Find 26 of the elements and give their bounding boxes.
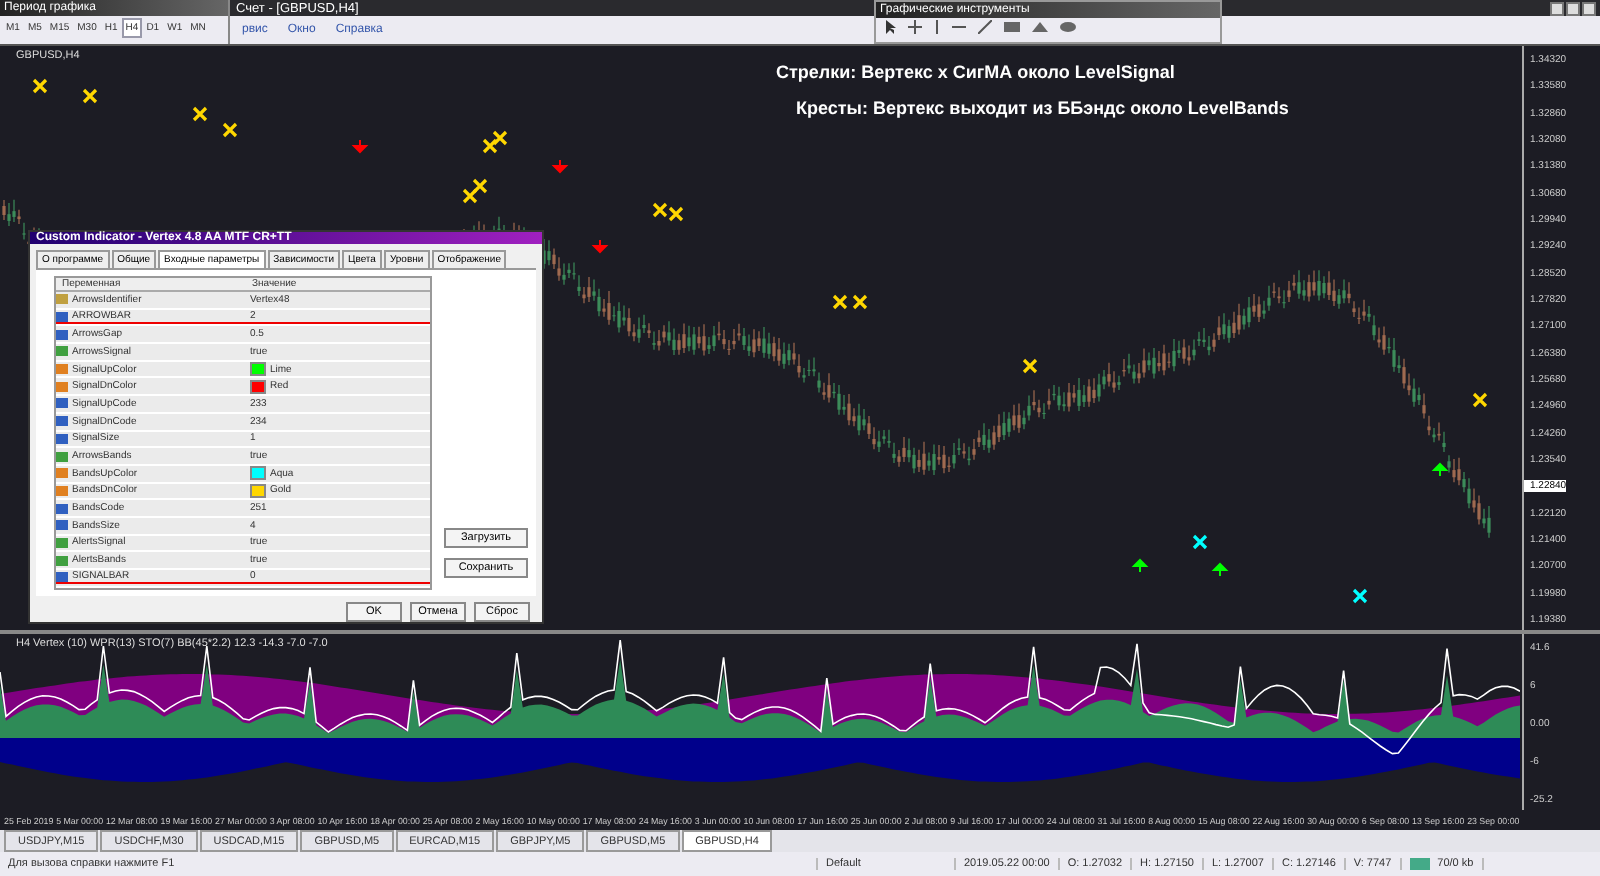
ellipse-icon[interactable] xyxy=(1060,22,1076,32)
cross-marker-icon xyxy=(852,294,868,310)
arrow-marker-icon xyxy=(553,159,569,173)
arrow-marker-icon xyxy=(1433,463,1449,477)
crosshair-icon[interactable] xyxy=(908,20,922,34)
cross-marker-icon xyxy=(1192,534,1208,550)
horizontal-line-icon[interactable] xyxy=(952,24,966,30)
chart-annotation: Стрелки: Вертекс х СигМА около LevelSignal xyxy=(776,62,1175,82)
triangle-icon[interactable] xyxy=(1032,22,1048,32)
arrow-marker-icon xyxy=(593,239,609,253)
cross-marker-icon xyxy=(1022,358,1038,374)
chart-annotation: Кресты: Вертекс выходит из ББэндс около LevelBands xyxy=(796,98,1289,118)
cross-marker-icon xyxy=(1472,392,1488,408)
cross-marker-icon xyxy=(32,78,48,94)
cursor-icon[interactable] xyxy=(884,20,896,34)
cross-marker-icon xyxy=(222,122,238,138)
arrow-marker-icon xyxy=(1213,563,1229,577)
connection-icon xyxy=(1409,858,1430,870)
cross-marker-icon xyxy=(1352,588,1368,604)
trend-line-icon[interactable] xyxy=(978,20,992,34)
cross-marker-icon xyxy=(832,294,848,310)
vertical-line-icon[interactable] xyxy=(934,20,940,34)
cross-marker-icon xyxy=(192,106,208,122)
cross-marker-icon xyxy=(82,88,98,104)
arrow-marker-icon xyxy=(353,139,369,153)
arrow-marker-icon xyxy=(1133,559,1149,573)
